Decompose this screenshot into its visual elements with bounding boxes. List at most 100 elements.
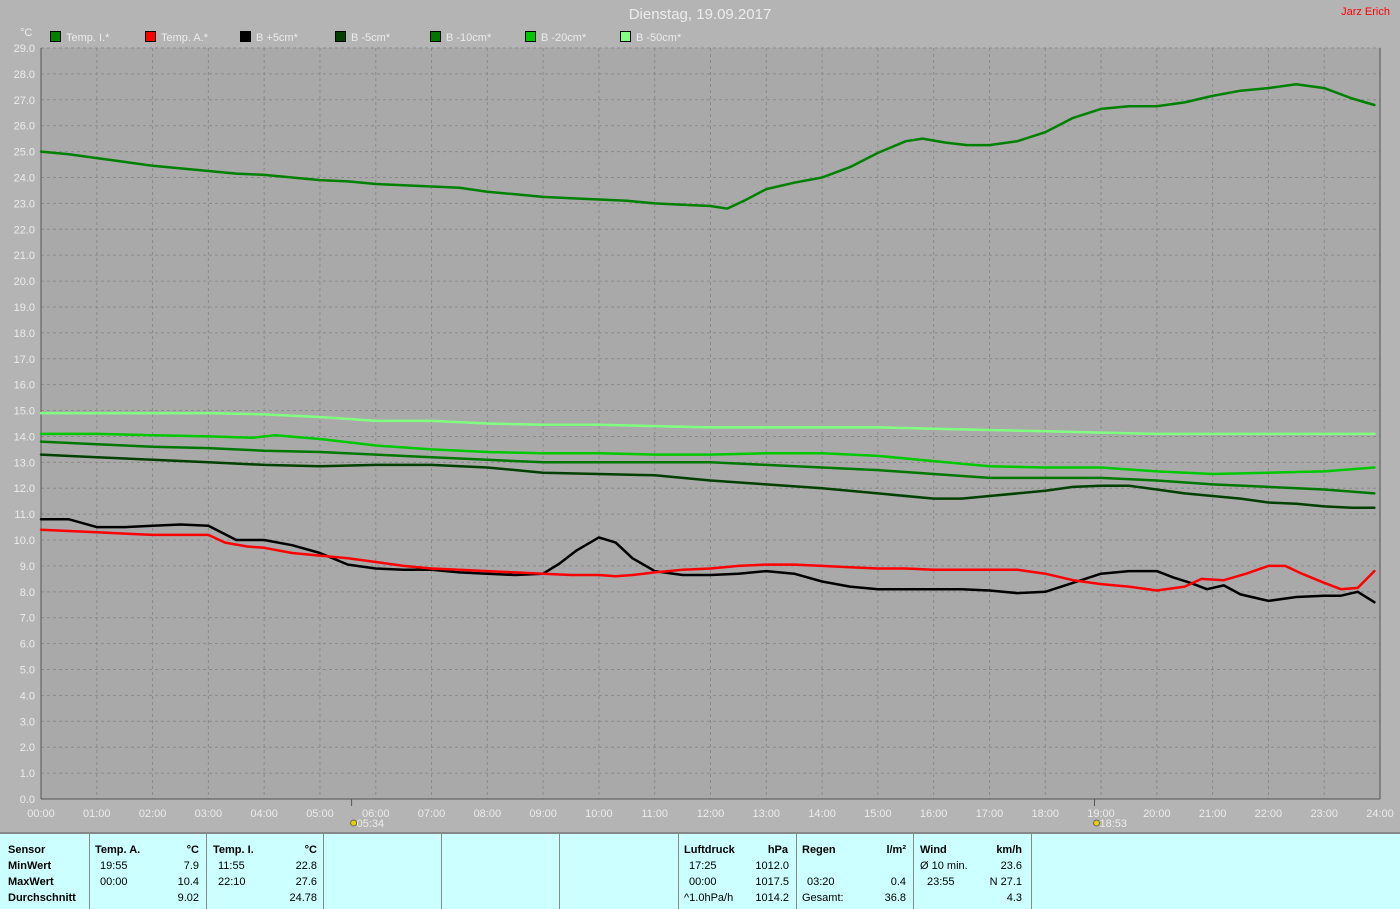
legend-swatch	[620, 31, 631, 42]
legend-swatch	[240, 31, 251, 42]
legend-item: B -20cm*	[525, 31, 586, 44]
y-tick-label: 1.0	[20, 768, 35, 780]
temp-a-unit: °C	[186, 844, 199, 856]
y-axis-unit: °C	[20, 27, 33, 39]
x-tick-label: 16:00	[920, 808, 948, 820]
sunrise-label: 05:34	[357, 818, 385, 830]
legend-item: B -10cm*	[430, 31, 491, 44]
x-tick-label: 09:00	[529, 808, 557, 820]
pressure-header: Luftdruck	[684, 844, 735, 856]
y-tick-label: 19.0	[14, 302, 35, 314]
x-tick-label: 10:00	[585, 808, 613, 820]
y-tick-label: 11.0	[14, 509, 35, 521]
author-label: Jarz Erich	[1341, 6, 1390, 18]
temp-a-max-value: 10.4	[177, 876, 199, 888]
rain-total-label: Gesamt:	[802, 892, 844, 904]
rain-header: Regen	[802, 844, 836, 856]
rain-unit: l/m²	[886, 844, 906, 856]
sunset-label: 18:53	[1100, 818, 1128, 830]
wind-max-time: 23:55	[927, 876, 955, 888]
temp-i-average: 24.78	[289, 892, 317, 904]
legend-swatch	[50, 31, 61, 42]
x-tick-label: 00:00	[27, 808, 55, 820]
y-tick-label: 20.0	[14, 276, 35, 288]
x-tick-label: 14:00	[808, 808, 836, 820]
rain-total: 36.8	[884, 892, 906, 904]
temp-a-header: Temp. A.	[95, 844, 141, 856]
x-tick-label: 08:00	[474, 808, 502, 820]
wind-avg-label: Ø 10 min.	[920, 860, 968, 872]
y-tick-label: 29.0	[14, 43, 35, 55]
x-tick-label: 17:00	[976, 808, 1004, 820]
average-label: Durchschnitt	[8, 892, 76, 904]
y-tick-label: 25.0	[14, 147, 35, 159]
y-tick-label: 3.0	[20, 716, 35, 728]
temp-a-max-time: 00:00	[100, 876, 128, 888]
temp-a-average: 9.02	[177, 892, 199, 904]
x-tick-label: 21:00	[1199, 808, 1227, 820]
x-tick-label: 03:00	[195, 808, 223, 820]
wind-max-value: N 27.1	[989, 876, 1022, 888]
y-tick-label: 7.0	[20, 613, 35, 625]
y-tick-label: 9.0	[20, 561, 35, 573]
temp-a-min-time: 19:55	[100, 860, 128, 872]
y-tick-label: 22.0	[14, 224, 35, 236]
y-tick-label: 8.0	[20, 587, 35, 599]
legend-item: Temp. A.*	[145, 31, 208, 44]
y-tick-label: 4.0	[20, 690, 35, 702]
wind-header: Wind	[920, 844, 947, 856]
sensor-header: Sensor	[8, 844, 46, 856]
y-tick-label: 2.0	[20, 742, 35, 754]
minwert-label: MinWert	[8, 860, 52, 872]
temp-i-min-time: 11:55	[218, 860, 245, 872]
legend-item: B +5cm*	[240, 31, 298, 44]
legend-label: B -5cm*	[351, 32, 391, 44]
x-tick-label: 05:00	[306, 808, 334, 820]
temp-i-unit: °C	[304, 844, 317, 856]
x-tick-label: 22:00	[1255, 808, 1283, 820]
legend-item: B -50cm*	[620, 31, 681, 44]
legend-label: B -50cm*	[636, 32, 682, 44]
pressure-max-value: 1017.5	[755, 876, 789, 888]
legend-item: Temp. I.*	[50, 31, 109, 44]
maxwert-label: MaxWert	[8, 876, 54, 888]
wind-unit: km/h	[996, 844, 1022, 856]
rain-max-value: 0.4	[890, 876, 906, 888]
pressure-min-time: 17:25	[689, 860, 717, 872]
legend-label: B -10cm*	[446, 32, 492, 44]
x-tick-label: 12:00	[697, 808, 725, 820]
y-tick-label: 18.0	[14, 328, 35, 340]
y-tick-label: 16.0	[14, 380, 35, 392]
temp-i-header: Temp. I.	[213, 844, 254, 856]
pressure-min-value: 1012.0	[755, 860, 789, 872]
legend-swatch	[430, 31, 441, 42]
y-tick-label: 17.0	[14, 354, 35, 366]
y-tick-label: 23.0	[14, 198, 35, 210]
temp-a-min-value: 7.9	[183, 860, 199, 872]
x-tick-label: 07:00	[418, 808, 446, 820]
legend-label: Temp. A.*	[161, 32, 209, 44]
y-tick-label: 14.0	[14, 431, 35, 443]
y-tick-label: 27.0	[14, 95, 35, 107]
y-tick-label: 6.0	[20, 639, 35, 651]
y-tick-label: 15.0	[14, 406, 35, 418]
y-tick-label: 13.0	[14, 457, 35, 469]
pressure-average: 1014.2	[755, 892, 789, 904]
x-tick-label: 15:00	[864, 808, 892, 820]
y-tick-label: 10.0	[14, 535, 35, 547]
legend-swatch	[145, 31, 156, 42]
temp-i-max-value: 27.6	[295, 876, 317, 888]
y-tick-label: 0.0	[20, 794, 35, 806]
legend-swatch	[525, 31, 536, 42]
x-tick-label: 01:00	[83, 808, 111, 820]
x-tick-label: 24:00	[1366, 808, 1394, 820]
rain-max-time: 03:20	[807, 876, 835, 888]
temperature-chart: 0.0 1.0 2.0 3.0 4.0 5.0 6.0 7.0 8.0 9.0 10.0 11.0 12…	[14, 43, 1394, 830]
legend-item: B -5cm*	[335, 31, 390, 44]
pressure-max-time: 00:00	[689, 876, 717, 888]
x-tick-label: 13:00	[753, 808, 781, 820]
temp-i-max-time: 22:10	[218, 876, 246, 888]
chart-area: 0.0 1.0 2.0 3.0 4.0 5.0 6.0 7.0 8.0 9.0 10.0 11.0 12…	[0, 0, 1400, 832]
x-tick-label: 20:00	[1143, 808, 1171, 820]
pressure-trend: ^1.0hPa/h	[684, 892, 734, 904]
